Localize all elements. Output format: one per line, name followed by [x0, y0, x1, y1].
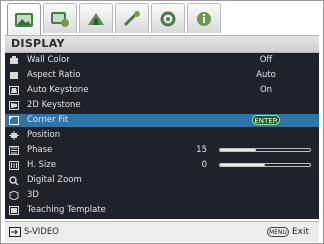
- keystone-2d-icon: [9, 101, 19, 110]
- settings-icon: [88, 12, 104, 25]
- menu-item-label: 3D: [27, 190, 39, 200]
- menu-item-label: Corner Fit: [27, 115, 69, 125]
- menu-item-label: Wall Color: [27, 55, 70, 65]
- menu-item-wall-color[interactable]: Wall Color Off: [5, 54, 319, 67]
- tab-advanced-settings[interactable]: [115, 3, 149, 33]
- menu-item-phase[interactable]: Phase 15: [5, 144, 319, 157]
- teaching-template-icon: [9, 206, 19, 215]
- h-size-value: 0: [201, 160, 207, 170]
- menu-item-label: Auto Keystone: [27, 85, 89, 95]
- tab-advanced-picture[interactable]: [43, 3, 77, 33]
- h-size-slider[interactable]: [219, 163, 311, 167]
- picture-icon: [15, 12, 33, 27]
- phase-slider-fill: [220, 149, 256, 151]
- menu-item-label: 2D Keystone: [27, 100, 81, 110]
- h-size-icon: [9, 161, 19, 170]
- page-title: DISPLAY: [11, 37, 65, 50]
- menu-item-aspect-ratio[interactable]: Aspect Ratio Auto: [5, 69, 319, 82]
- menu-item-h-size[interactable]: H. Size 0: [5, 159, 319, 172]
- status-bar: S-VIDEO MENU Exit: [5, 221, 319, 242]
- menu-header: DISPLAY: [5, 35, 319, 53]
- menu-item-label: Position: [27, 130, 61, 140]
- 3d-icon: [9, 191, 19, 200]
- menu-item-value: Off: [259, 55, 273, 65]
- advanced-settings-icon: [123, 10, 140, 26]
- tab-settings[interactable]: [79, 3, 113, 33]
- menu-item-position[interactable]: Position: [5, 129, 319, 142]
- tab-information[interactable]: [187, 3, 221, 33]
- menu-key-icon[interactable]: MENU: [267, 227, 289, 237]
- menu-item-label: Digital Zoom: [27, 175, 82, 185]
- exit-label[interactable]: Exit: [292, 222, 309, 242]
- phase-value: 15: [196, 145, 207, 155]
- menu-item-label: Teaching Template: [27, 205, 106, 215]
- aspect-ratio-icon: [10, 72, 18, 79]
- menu-item-value: On: [259, 85, 273, 95]
- tab-system-setup[interactable]: [151, 3, 185, 33]
- enter-badge[interactable]: ENTER: [252, 115, 280, 125]
- menu-item-label: Phase: [27, 145, 53, 155]
- phase-slider[interactable]: [219, 148, 311, 152]
- menu-tabs: [7, 3, 221, 35]
- projector-osd: DISPLAY Wall Color Off Aspect Ratio Auto…: [0, 0, 324, 244]
- menu-item-corner-fit[interactable]: Corner Fit ENTER: [5, 114, 319, 127]
- menu-item-teaching-template[interactable]: Teaching Template: [5, 204, 319, 217]
- wall-color-icon: [10, 56, 18, 64]
- h-size-slider-fill: [220, 164, 265, 166]
- menu-item-digital-zoom[interactable]: Digital Zoom: [5, 174, 319, 187]
- menu-item-auto-keystone[interactable]: Auto Keystone On: [5, 84, 319, 97]
- advanced-picture-icon: [51, 11, 69, 27]
- menu-item-2d-keystone[interactable]: 2D Keystone: [5, 99, 319, 112]
- auto-keystone-icon: [9, 86, 19, 95]
- tab-picture[interactable]: [7, 3, 41, 35]
- input-source-label: S-VIDEO: [24, 227, 59, 237]
- menu-list: Wall Color Off Aspect Ratio Auto Auto Ke…: [5, 53, 319, 219]
- phase-icon: [9, 146, 19, 155]
- digital-zoom-icon: [9, 176, 19, 185]
- system-setup-icon: [160, 11, 176, 26]
- corner-fit-icon: [9, 116, 19, 125]
- menu-item-label: Aspect Ratio: [27, 70, 81, 80]
- menu-item-label: H. Size: [27, 160, 57, 170]
- menu-item-3d[interactable]: 3D: [5, 189, 319, 202]
- position-icon: [9, 131, 19, 140]
- menu-item-value: Auto: [256, 70, 276, 80]
- input-source-icon: [9, 227, 21, 237]
- information-icon: [197, 11, 211, 26]
